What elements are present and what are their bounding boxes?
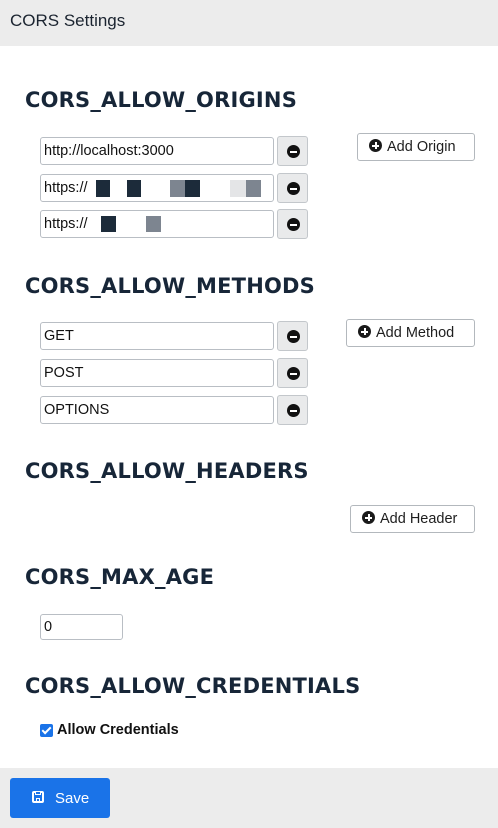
headers-section-title: CORS_ALLOW_HEADERS xyxy=(25,459,309,483)
redacted-block xyxy=(185,180,200,197)
page-title: CORS Settings xyxy=(10,11,126,30)
redacted-block xyxy=(96,180,110,197)
origin-input-2-text: https:// xyxy=(44,180,88,196)
add-origin-button[interactable]: Add Origin xyxy=(357,133,475,161)
origins-section-title: CORS_ALLOW_ORIGINS xyxy=(25,88,298,112)
minus-circle-icon xyxy=(287,330,300,343)
save-label: Save xyxy=(55,790,90,807)
minus-circle-icon xyxy=(287,145,300,158)
method-input-3[interactable]: OPTIONS xyxy=(40,396,274,424)
remove-method-3-button[interactable] xyxy=(277,395,308,425)
method-input-2[interactable]: POST xyxy=(40,359,274,387)
origin-input-3-text: https:// xyxy=(44,216,88,232)
remove-origin-3-button[interactable] xyxy=(277,209,308,239)
remove-method-2-button[interactable] xyxy=(277,358,308,388)
minus-circle-icon xyxy=(287,367,300,380)
remove-method-1-button[interactable] xyxy=(277,321,308,351)
method-input-1[interactable]: GET xyxy=(40,322,274,350)
save-button[interactable]: Save xyxy=(10,778,110,818)
remove-origin-2-button[interactable] xyxy=(277,173,308,203)
page-header: CORS Settings xyxy=(0,0,498,46)
redacted-block xyxy=(127,180,141,197)
minus-circle-icon xyxy=(287,218,300,231)
redacted-block xyxy=(246,180,261,197)
add-header-label: Add Header xyxy=(380,511,458,527)
add-header-button[interactable]: Add Header xyxy=(350,505,475,533)
redacted-block xyxy=(170,180,185,197)
methods-section-title: CORS_ALLOW_METHODS xyxy=(25,274,315,298)
max-age-input[interactable]: 0 xyxy=(40,614,123,640)
remove-origin-1-button[interactable] xyxy=(277,136,308,166)
redacted-block xyxy=(146,216,161,232)
redacted-block xyxy=(101,216,116,232)
allow-credentials-checkbox[interactable] xyxy=(40,724,53,737)
add-method-button[interactable]: Add Method xyxy=(346,319,475,347)
plus-circle-icon xyxy=(362,511,375,524)
credentials-section-title: CORS_ALLOW_CREDENTIALS xyxy=(25,674,361,698)
add-method-label: Add Method xyxy=(376,325,455,341)
max-age-section-title: CORS_MAX_AGE xyxy=(25,565,215,589)
floppy-disk-icon xyxy=(32,791,44,803)
allow-credentials-label: Allow Credentials xyxy=(57,722,179,738)
redacted-block xyxy=(230,180,246,197)
origin-input-1[interactable]: http://localhost:3000 xyxy=(40,137,274,165)
minus-circle-icon xyxy=(287,404,300,417)
plus-circle-icon xyxy=(358,325,371,338)
minus-circle-icon xyxy=(287,182,300,195)
plus-circle-icon xyxy=(369,139,382,152)
add-origin-label: Add Origin xyxy=(387,139,456,155)
